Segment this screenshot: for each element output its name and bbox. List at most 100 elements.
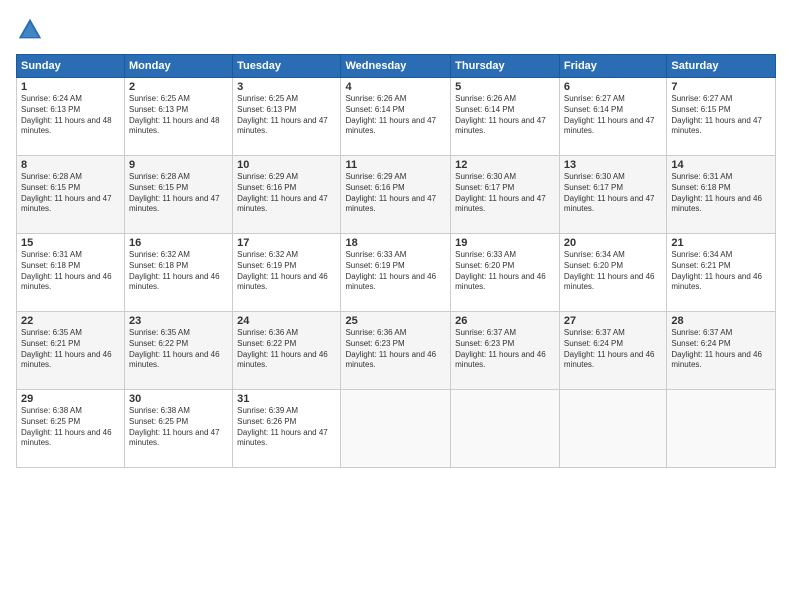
calendar-week-2: 8 Sunrise: 6:28 AMSunset: 6:15 PMDayligh…: [17, 156, 776, 234]
day-number: 27: [564, 315, 662, 327]
day-number: 28: [671, 315, 771, 327]
day-number: 12: [455, 159, 555, 171]
day-number: 21: [671, 237, 771, 249]
calendar-cell: 7 Sunrise: 6:27 AMSunset: 6:15 PMDayligh…: [667, 78, 776, 156]
day-info: Sunrise: 6:26 AMSunset: 6:14 PMDaylight:…: [345, 94, 446, 137]
day-number: 25: [345, 315, 446, 327]
day-number: 3: [237, 81, 336, 93]
day-info: Sunrise: 6:25 AMSunset: 6:13 PMDaylight:…: [237, 94, 336, 137]
calendar-cell: 16 Sunrise: 6:32 AMSunset: 6:18 PMDaylig…: [125, 234, 233, 312]
day-number: 8: [21, 159, 120, 171]
calendar-cell: 5 Sunrise: 6:26 AMSunset: 6:14 PMDayligh…: [451, 78, 560, 156]
calendar-cell: 3 Sunrise: 6:25 AMSunset: 6:13 PMDayligh…: [233, 78, 341, 156]
calendar-cell: 6 Sunrise: 6:27 AMSunset: 6:14 PMDayligh…: [559, 78, 666, 156]
day-info: Sunrise: 6:27 AMSunset: 6:15 PMDaylight:…: [671, 94, 771, 137]
day-info: Sunrise: 6:32 AMSunset: 6:18 PMDaylight:…: [129, 250, 228, 293]
day-number: 22: [21, 315, 120, 327]
day-info: Sunrise: 6:36 AMSunset: 6:23 PMDaylight:…: [345, 328, 446, 371]
logo: [16, 16, 48, 44]
calendar-cell: 30 Sunrise: 6:38 AMSunset: 6:25 PMDaylig…: [125, 390, 233, 468]
weekday-header-wednesday: Wednesday: [341, 55, 451, 78]
day-info: Sunrise: 6:38 AMSunset: 6:25 PMDaylight:…: [129, 406, 228, 449]
calendar-cell: 12 Sunrise: 6:30 AMSunset: 6:17 PMDaylig…: [451, 156, 560, 234]
calendar-cell: 1 Sunrise: 6:24 AMSunset: 6:13 PMDayligh…: [17, 78, 125, 156]
day-number: 23: [129, 315, 228, 327]
calendar-cell: 15 Sunrise: 6:31 AMSunset: 6:18 PMDaylig…: [17, 234, 125, 312]
weekday-header-thursday: Thursday: [451, 55, 560, 78]
page-header: [16, 16, 776, 44]
calendar-cell: 2 Sunrise: 6:25 AMSunset: 6:13 PMDayligh…: [125, 78, 233, 156]
calendar-cell: 11 Sunrise: 6:29 AMSunset: 6:16 PMDaylig…: [341, 156, 451, 234]
calendar-cell: 22 Sunrise: 6:35 AMSunset: 6:21 PMDaylig…: [17, 312, 125, 390]
calendar-cell: 26 Sunrise: 6:37 AMSunset: 6:23 PMDaylig…: [451, 312, 560, 390]
day-info: Sunrise: 6:37 AMSunset: 6:24 PMDaylight:…: [671, 328, 771, 371]
calendar-table: SundayMondayTuesdayWednesdayThursdayFrid…: [16, 54, 776, 468]
day-number: 30: [129, 393, 228, 405]
day-number: 14: [671, 159, 771, 171]
day-number: 13: [564, 159, 662, 171]
calendar-cell: 9 Sunrise: 6:28 AMSunset: 6:15 PMDayligh…: [125, 156, 233, 234]
day-info: Sunrise: 6:24 AMSunset: 6:13 PMDaylight:…: [21, 94, 120, 137]
calendar-cell: [451, 390, 560, 468]
day-info: Sunrise: 6:29 AMSunset: 6:16 PMDaylight:…: [237, 172, 336, 215]
calendar-week-3: 15 Sunrise: 6:31 AMSunset: 6:18 PMDaylig…: [17, 234, 776, 312]
calendar-cell: 28 Sunrise: 6:37 AMSunset: 6:24 PMDaylig…: [667, 312, 776, 390]
calendar-cell: 19 Sunrise: 6:33 AMSunset: 6:20 PMDaylig…: [451, 234, 560, 312]
day-info: Sunrise: 6:30 AMSunset: 6:17 PMDaylight:…: [564, 172, 662, 215]
day-info: Sunrise: 6:26 AMSunset: 6:14 PMDaylight:…: [455, 94, 555, 137]
calendar-cell: 20 Sunrise: 6:34 AMSunset: 6:20 PMDaylig…: [559, 234, 666, 312]
day-number: 7: [671, 81, 771, 93]
day-number: 5: [455, 81, 555, 93]
day-info: Sunrise: 6:27 AMSunset: 6:14 PMDaylight:…: [564, 94, 662, 137]
day-number: 10: [237, 159, 336, 171]
day-info: Sunrise: 6:28 AMSunset: 6:15 PMDaylight:…: [21, 172, 120, 215]
calendar-cell: 17 Sunrise: 6:32 AMSunset: 6:19 PMDaylig…: [233, 234, 341, 312]
day-info: Sunrise: 6:35 AMSunset: 6:22 PMDaylight:…: [129, 328, 228, 371]
day-number: 31: [237, 393, 336, 405]
day-info: Sunrise: 6:28 AMSunset: 6:15 PMDaylight:…: [129, 172, 228, 215]
weekday-header-friday: Friday: [559, 55, 666, 78]
day-info: Sunrise: 6:30 AMSunset: 6:17 PMDaylight:…: [455, 172, 555, 215]
day-info: Sunrise: 6:31 AMSunset: 6:18 PMDaylight:…: [671, 172, 771, 215]
day-number: 6: [564, 81, 662, 93]
weekday-header-tuesday: Tuesday: [233, 55, 341, 78]
day-info: Sunrise: 6:33 AMSunset: 6:19 PMDaylight:…: [345, 250, 446, 293]
calendar-cell: [559, 390, 666, 468]
day-number: 19: [455, 237, 555, 249]
day-info: Sunrise: 6:36 AMSunset: 6:22 PMDaylight:…: [237, 328, 336, 371]
calendar-cell: [341, 390, 451, 468]
calendar-cell: 10 Sunrise: 6:29 AMSunset: 6:16 PMDaylig…: [233, 156, 341, 234]
day-number: 18: [345, 237, 446, 249]
day-info: Sunrise: 6:31 AMSunset: 6:18 PMDaylight:…: [21, 250, 120, 293]
day-info: Sunrise: 6:34 AMSunset: 6:21 PMDaylight:…: [671, 250, 771, 293]
day-info: Sunrise: 6:32 AMSunset: 6:19 PMDaylight:…: [237, 250, 336, 293]
day-number: 11: [345, 159, 446, 171]
weekday-header-monday: Monday: [125, 55, 233, 78]
calendar-week-4: 22 Sunrise: 6:35 AMSunset: 6:21 PMDaylig…: [17, 312, 776, 390]
calendar-cell: 31 Sunrise: 6:39 AMSunset: 6:26 PMDaylig…: [233, 390, 341, 468]
weekday-header-sunday: Sunday: [17, 55, 125, 78]
calendar-cell: 21 Sunrise: 6:34 AMSunset: 6:21 PMDaylig…: [667, 234, 776, 312]
day-number: 4: [345, 81, 446, 93]
day-info: Sunrise: 6:37 AMSunset: 6:23 PMDaylight:…: [455, 328, 555, 371]
calendar-cell: 29 Sunrise: 6:38 AMSunset: 6:25 PMDaylig…: [17, 390, 125, 468]
day-number: 1: [21, 81, 120, 93]
day-info: Sunrise: 6:25 AMSunset: 6:13 PMDaylight:…: [129, 94, 228, 137]
calendar-cell: 27 Sunrise: 6:37 AMSunset: 6:24 PMDaylig…: [559, 312, 666, 390]
calendar-cell: 25 Sunrise: 6:36 AMSunset: 6:23 PMDaylig…: [341, 312, 451, 390]
weekday-header-saturday: Saturday: [667, 55, 776, 78]
calendar-week-5: 29 Sunrise: 6:38 AMSunset: 6:25 PMDaylig…: [17, 390, 776, 468]
day-number: 26: [455, 315, 555, 327]
day-info: Sunrise: 6:29 AMSunset: 6:16 PMDaylight:…: [345, 172, 446, 215]
day-info: Sunrise: 6:34 AMSunset: 6:20 PMDaylight:…: [564, 250, 662, 293]
day-info: Sunrise: 6:38 AMSunset: 6:25 PMDaylight:…: [21, 406, 120, 449]
day-number: 29: [21, 393, 120, 405]
day-info: Sunrise: 6:33 AMSunset: 6:20 PMDaylight:…: [455, 250, 555, 293]
weekday-header-row: SundayMondayTuesdayWednesdayThursdayFrid…: [17, 55, 776, 78]
day-info: Sunrise: 6:35 AMSunset: 6:21 PMDaylight:…: [21, 328, 120, 371]
day-number: 20: [564, 237, 662, 249]
logo-icon: [16, 16, 44, 44]
day-number: 17: [237, 237, 336, 249]
calendar-cell: 14 Sunrise: 6:31 AMSunset: 6:18 PMDaylig…: [667, 156, 776, 234]
day-number: 9: [129, 159, 228, 171]
